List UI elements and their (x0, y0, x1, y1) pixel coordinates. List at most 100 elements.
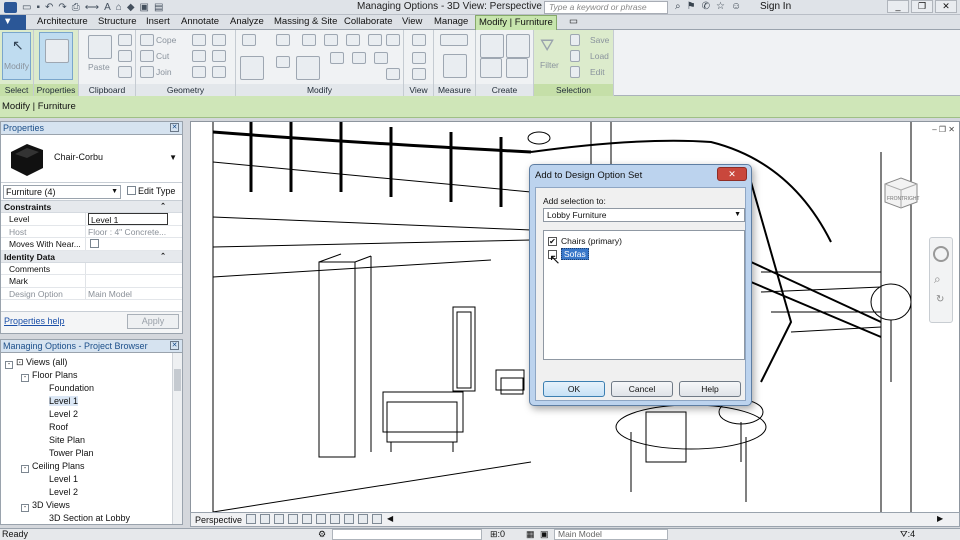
scroll-right-icon[interactable]: ▶ (937, 514, 943, 523)
properties-filter-dropdown[interactable]: Furniture (4) ▼ (3, 185, 121, 199)
application-menu-tab[interactable]: ▼ (0, 15, 26, 30)
show-crop-icon[interactable] (316, 514, 326, 524)
tree-node[interactable]: Foundation (49, 383, 94, 393)
section-icon[interactable]: ◆ (127, 2, 135, 13)
collapse-toggle-icon[interactable]: - (21, 504, 29, 512)
split-face-icon[interactable] (192, 50, 206, 62)
tree-node[interactable]: Tower Plan (49, 448, 94, 458)
pin-icon[interactable] (374, 52, 388, 64)
properties-help-link[interactable]: Properties help (4, 316, 65, 326)
delete-icon[interactable] (386, 68, 400, 80)
tab-architecture[interactable]: Architecture (34, 15, 91, 30)
split-element-icon[interactable] (212, 66, 226, 78)
demolish-icon[interactable] (212, 34, 226, 46)
array-icon[interactable] (330, 52, 344, 64)
browser-scrollbar[interactable] (172, 353, 182, 524)
reveal-hidden-icon[interactable] (358, 514, 368, 524)
close-icon[interactable]: ✕ (170, 123, 179, 132)
viewcube[interactable]: FRONT RIGHT (881, 172, 921, 212)
create-similar-icon[interactable] (506, 58, 528, 78)
dialog-close-button[interactable]: ✕ (717, 167, 747, 181)
redo-icon[interactable]: ↷ (58, 2, 66, 13)
app-menu-icon[interactable] (4, 2, 17, 13)
user-icon[interactable]: ☺ (731, 1, 741, 12)
align-icon[interactable] (242, 34, 256, 46)
minimize-view-icon[interactable]: – (932, 125, 936, 134)
hide-icon[interactable] (412, 34, 426, 46)
collapse-toggle-icon[interactable]: - (21, 374, 29, 382)
sun-path-icon[interactable] (260, 514, 270, 524)
collapse-toggle-icon[interactable]: - (21, 465, 29, 473)
close-hidden-icon[interactable]: ▣ (140, 2, 149, 13)
tab-collaborate[interactable]: Collaborate (341, 15, 396, 30)
binoculars-icon[interactable]: ⌕ (675, 1, 681, 12)
save-selection-icon[interactable] (570, 34, 580, 46)
split-icon[interactable] (346, 34, 360, 46)
paint-icon[interactable] (192, 66, 206, 78)
selection-filter[interactable]: ⛛:4 (900, 529, 915, 540)
search-input[interactable]: Type a keyword or phrase (544, 1, 668, 14)
offset-icon[interactable] (276, 34, 290, 46)
workset-dropdown[interactable] (332, 529, 482, 540)
tree-node[interactable]: 3D Section at Lobby (49, 513, 130, 523)
create-assembly-icon[interactable] (480, 34, 504, 58)
mirror-draw-icon[interactable] (324, 34, 338, 46)
filter-button[interactable]: ⛛ Filter (536, 32, 564, 80)
worksets-icon[interactable]: ⚙ (318, 529, 326, 540)
join-icon[interactable] (140, 66, 154, 78)
steering-wheel-icon[interactable] (933, 246, 949, 262)
favorites-icon[interactable]: ☆ (716, 1, 725, 12)
dimension-icon[interactable] (443, 54, 467, 78)
temporary-hide-icon[interactable] (344, 514, 354, 524)
unpin-icon[interactable] (386, 34, 400, 46)
shadows-icon[interactable] (274, 514, 284, 524)
option-checkbox-checked[interactable]: ✔ (548, 236, 557, 246)
comments-field[interactable] (86, 263, 182, 275)
tree-node[interactable]: Level 2 (49, 409, 78, 419)
cut-geometry-icon[interactable] (140, 50, 154, 62)
text-icon[interactable]: A (104, 2, 111, 13)
tab-modify-furniture[interactable]: Modify | Furniture (475, 15, 557, 30)
close-view-icon[interactable]: ✕ (948, 125, 955, 134)
subscription-icon[interactable]: ⚑ (687, 1, 696, 12)
undo-icon[interactable]: ↶ (45, 2, 53, 13)
match-icon[interactable] (118, 66, 132, 78)
property-level-value[interactable]: Level 1 (88, 213, 168, 225)
group-identity-data[interactable]: Identity Data ⌃ (1, 250, 182, 263)
help-button[interactable]: Help (679, 381, 741, 397)
cancel-button[interactable]: Cancel (611, 381, 673, 397)
design-option-dropdown[interactable]: Main Model (554, 529, 668, 540)
tree-node[interactable]: -3D Views (21, 500, 70, 512)
copy-element-icon[interactable] (276, 56, 290, 68)
ok-button[interactable]: OK (543, 381, 605, 397)
visual-style-icon[interactable] (246, 514, 256, 524)
restore-view-icon[interactable]: ❐ (939, 125, 946, 134)
design-options-icon[interactable]: ▦ (526, 529, 535, 540)
sign-in-link[interactable]: Sign In (760, 1, 791, 12)
mark-field[interactable] (86, 275, 182, 287)
moves-with-nearby-checkbox[interactable] (90, 239, 99, 248)
cut-icon[interactable] (118, 34, 132, 46)
render-icon[interactable] (288, 514, 298, 524)
switch-windows-icon[interactable]: ▤ (154, 2, 163, 13)
orbit-icon[interactable]: ↻ (936, 294, 944, 305)
option-set-dropdown[interactable]: Lobby Furniture ▼ (543, 208, 745, 222)
tab-annotate[interactable]: Annotate (178, 15, 222, 30)
tab-view[interactable]: View (399, 15, 425, 30)
scroll-left-icon[interactable]: ◀ (387, 514, 393, 523)
move-icon[interactable] (240, 56, 264, 80)
create-group-icon[interactable] (480, 58, 502, 78)
tree-node[interactable]: - Floor Plans (21, 370, 78, 382)
tab-structure[interactable]: Structure (95, 15, 140, 30)
open-icon[interactable]: ▭ (22, 2, 31, 13)
tab-manage[interactable]: Manage (431, 15, 471, 30)
unlock-view-icon[interactable] (330, 514, 340, 524)
edit-type-button[interactable]: Edit Type (127, 186, 175, 196)
restore-button[interactable]: ❐ (911, 0, 933, 13)
paste-icon[interactable] (88, 35, 112, 59)
zoom-icon[interactable]: ⌕ (934, 272, 941, 287)
override-icon[interactable] (412, 52, 426, 64)
minimize-ribbon-button[interactable]: ▭ (566, 15, 580, 30)
properties-button[interactable] (39, 32, 73, 80)
print-icon[interactable]: ⎙ (72, 2, 80, 13)
